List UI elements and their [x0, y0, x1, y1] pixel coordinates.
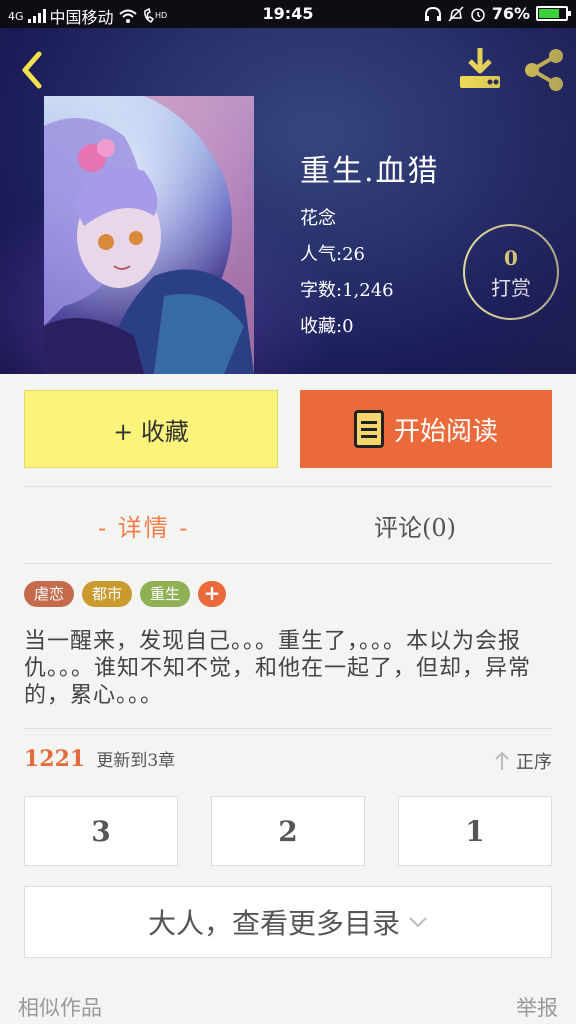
book-author[interactable]: 花念	[300, 204, 440, 230]
tag-item[interactable]: 都市	[82, 581, 133, 607]
catalog-label: 大人，查看更多目录	[147, 907, 400, 940]
back-button[interactable]	[14, 48, 50, 92]
start-reading-label: 开始阅读	[393, 416, 498, 447]
tag-list: 虐恋 都市 重生 +	[24, 581, 227, 607]
battery-icon	[536, 6, 571, 21]
sort-label: 正序	[516, 752, 552, 773]
chevron-left-icon	[22, 51, 42, 89]
chevron-down-icon	[409, 917, 427, 928]
chapter-button[interactable]: 1	[398, 796, 552, 866]
divider	[24, 563, 552, 564]
share-icon	[525, 49, 563, 91]
reward-label: 打赏	[491, 276, 531, 300]
book-info: 重生.血猎 花念 人气:26 字数:1,246 收藏:0	[300, 146, 440, 338]
add-favorite-button[interactable]: + 收藏	[24, 390, 278, 468]
alarm-icon	[470, 7, 485, 22]
book-title: 重生.血猎	[300, 154, 440, 189]
reward-count: 0	[504, 246, 518, 270]
download-icon	[460, 48, 500, 88]
cover-illustration	[44, 96, 254, 374]
similar-works-heading: 相似作品	[18, 996, 102, 1020]
mute-bell-icon	[448, 5, 464, 22]
add-tag-button[interactable]: +	[198, 581, 227, 607]
update-status: 更新到3章	[96, 751, 176, 771]
divider	[24, 728, 552, 729]
book-cover-image[interactable]	[44, 96, 254, 374]
tag-item[interactable]: 虐恋	[24, 581, 75, 607]
book-popularity: 人气:26	[300, 244, 365, 265]
status-bar: 4G 中国移动 HD 19:45 76%	[0, 0, 576, 28]
arrow-up-icon	[495, 751, 509, 770]
divider	[24, 486, 552, 487]
share-button[interactable]	[520, 46, 568, 94]
view-catalog-button[interactable]: 大人，查看更多目录	[24, 886, 552, 958]
report-link[interactable]: 举报	[516, 992, 558, 1022]
tab-comments[interactable]: 评论(0)	[374, 508, 456, 548]
update-count: 1221	[24, 746, 86, 772]
start-reading-button[interactable]: 开始阅读	[300, 390, 552, 468]
update-row: 1221 更新到3章 正序	[24, 746, 552, 778]
sort-order-button[interactable]: 正序	[494, 748, 552, 774]
book-favorites: 收藏:0	[300, 316, 354, 337]
battery-fill	[539, 9, 559, 18]
reward-button[interactable]: 0 打赏	[463, 224, 559, 320]
tab-detail[interactable]: - 详情 -	[98, 508, 189, 548]
book-description: 当一醒来，发现自己。。。重生了，。。。本以为会报仇。。。谁知不知不觉，和他在一起…	[24, 629, 532, 708]
book-icon	[353, 410, 384, 448]
battery-percent: 76%	[491, 4, 530, 23]
status-right: 76%	[424, 4, 571, 23]
book-header: 重生.血猎 花念 人气:26 字数:1,246 收藏:0 0 打赏	[0, 28, 576, 374]
book-word-count: 字数:1,246	[300, 280, 394, 301]
headphone-icon	[424, 6, 441, 21]
chapter-button[interactable]: 3	[24, 796, 178, 866]
download-button[interactable]	[456, 44, 504, 92]
chapter-button[interactable]: 2	[211, 796, 365, 866]
tag-item[interactable]: 重生	[140, 581, 191, 607]
